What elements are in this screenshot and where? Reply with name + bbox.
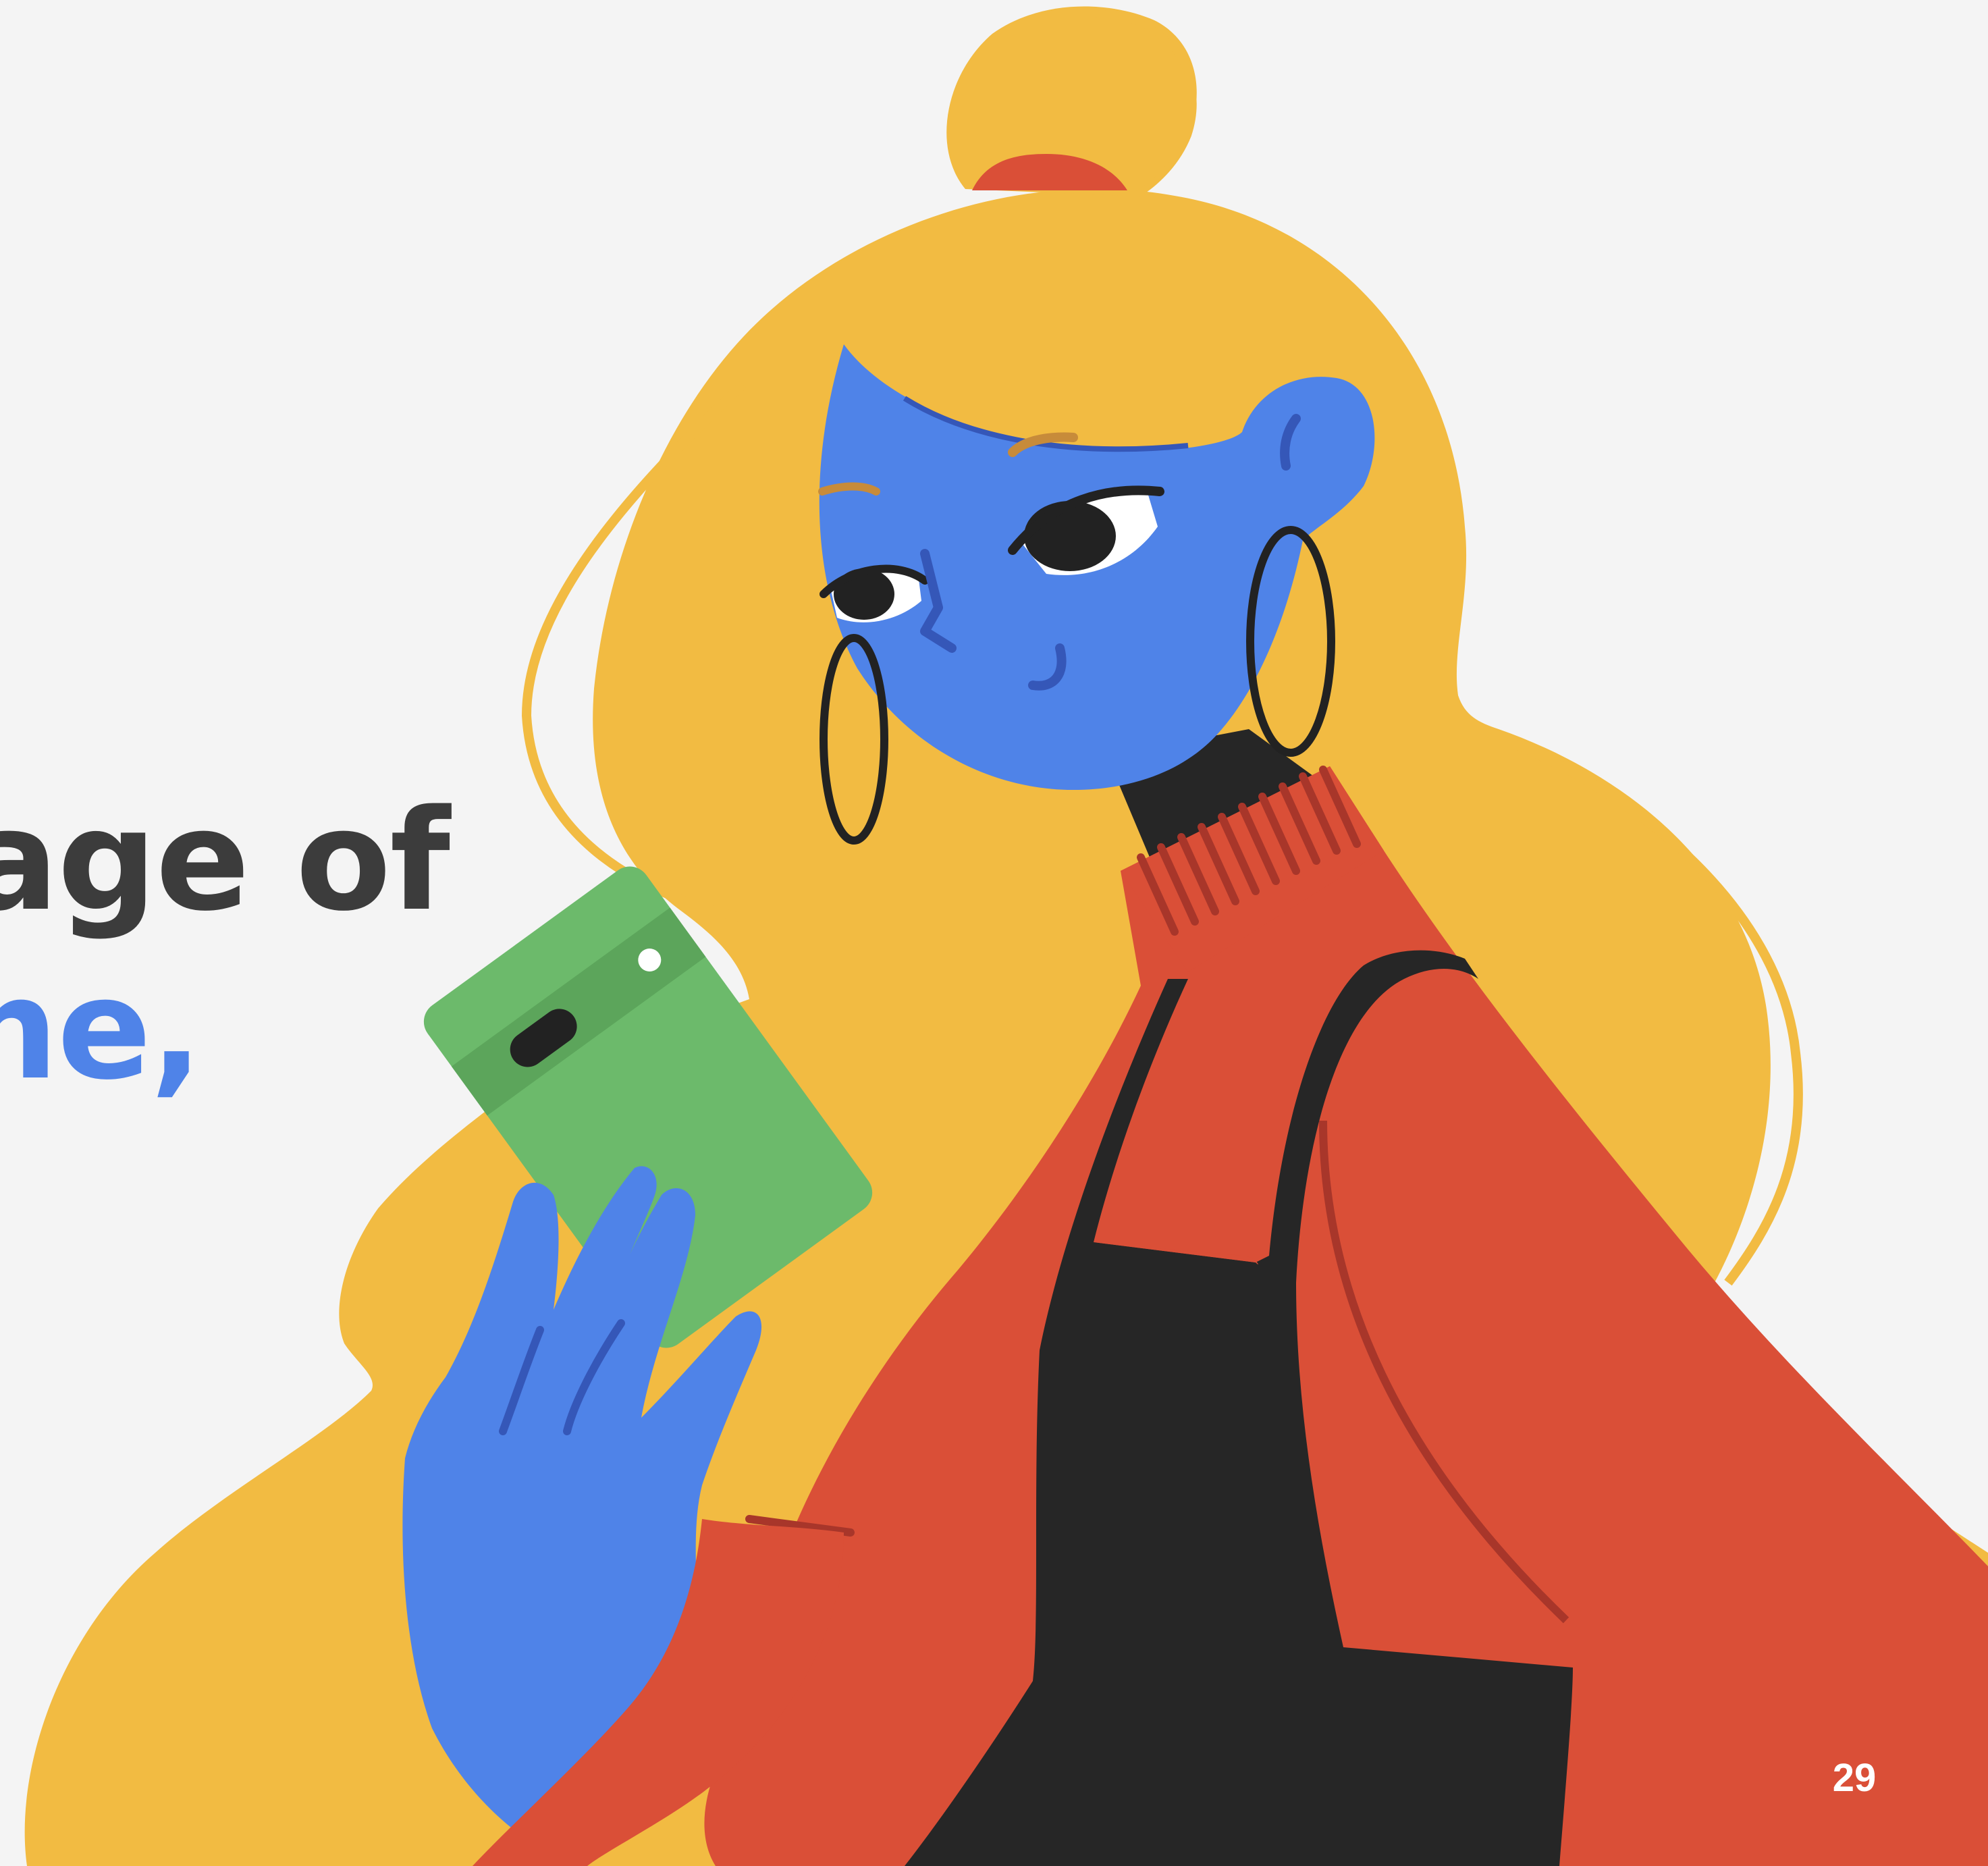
woman-with-phone-illustration xyxy=(24,6,1988,1866)
page-number: 29 xyxy=(1832,1756,1877,1800)
hair-bun xyxy=(946,6,1197,199)
